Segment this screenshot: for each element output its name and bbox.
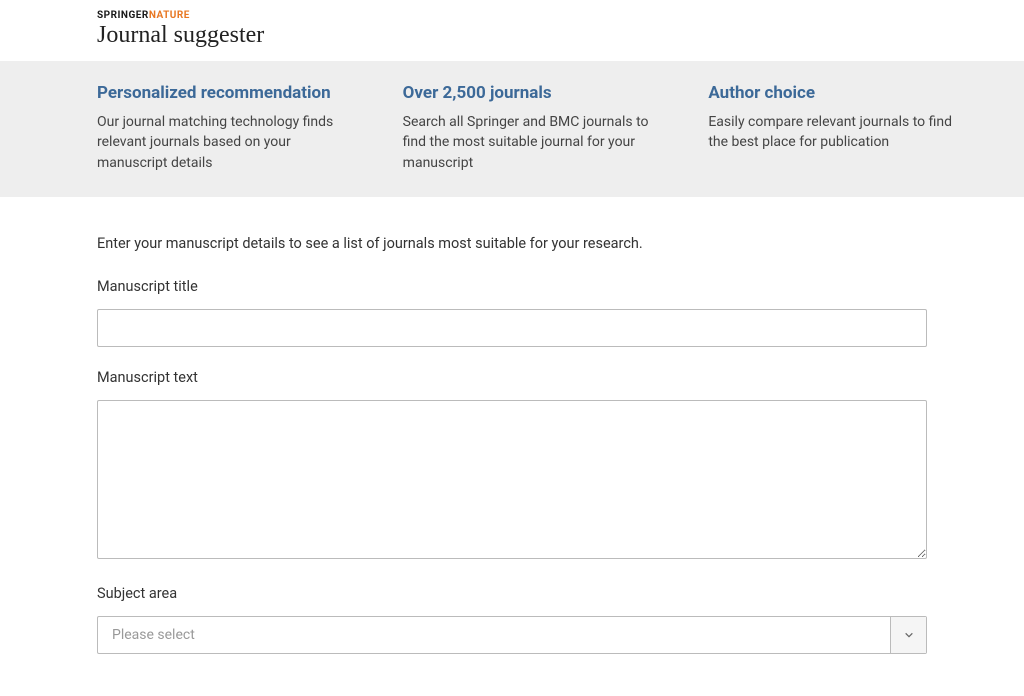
feature-desc: Search all Springer and BMC journals to … (403, 112, 669, 173)
feature-desc: Easily compare relevant journals to find… (708, 112, 974, 153)
manuscript-text-group: Manuscript text (97, 369, 927, 563)
brand-part1: SPRINGER (97, 10, 149, 21)
main-content: Enter your manuscript details to see a l… (0, 197, 1024, 696)
feature-journals: Over 2,500 journals Search all Springer … (403, 83, 669, 173)
manuscript-text-input[interactable] (97, 400, 927, 559)
select-arrow-box (890, 617, 926, 653)
subject-area-select[interactable]: Please select (97, 616, 927, 654)
feature-title: Over 2,500 journals (403, 83, 669, 103)
brand-part2: NATURE (149, 10, 190, 21)
features-band: Personalized recommendation Our journal … (0, 61, 1024, 197)
chevron-down-icon (904, 630, 914, 640)
feature-title: Personalized recommendation (97, 83, 363, 103)
feature-title: Author choice (708, 83, 974, 103)
feature-desc: Our journal matching technology finds re… (97, 112, 363, 173)
app-title: Journal suggester (97, 22, 1024, 49)
feature-author-choice: Author choice Easily compare relevant jo… (708, 83, 974, 173)
subject-area-label: Subject area (97, 585, 927, 602)
header: SPRINGERNATURE Journal suggester (0, 0, 1024, 61)
brand-logo: SPRINGERNATURE (97, 10, 1024, 21)
intro-text: Enter your manuscript details to see a l… (97, 235, 927, 252)
manuscript-text-label: Manuscript text (97, 369, 927, 386)
manuscript-title-label: Manuscript title (97, 278, 927, 295)
feature-personalized: Personalized recommendation Our journal … (97, 83, 363, 173)
subject-area-selected: Please select (98, 617, 890, 653)
manuscript-title-group: Manuscript title (97, 278, 927, 347)
subject-area-group: Subject area Please select (97, 585, 927, 654)
manuscript-title-input[interactable] (97, 309, 927, 347)
